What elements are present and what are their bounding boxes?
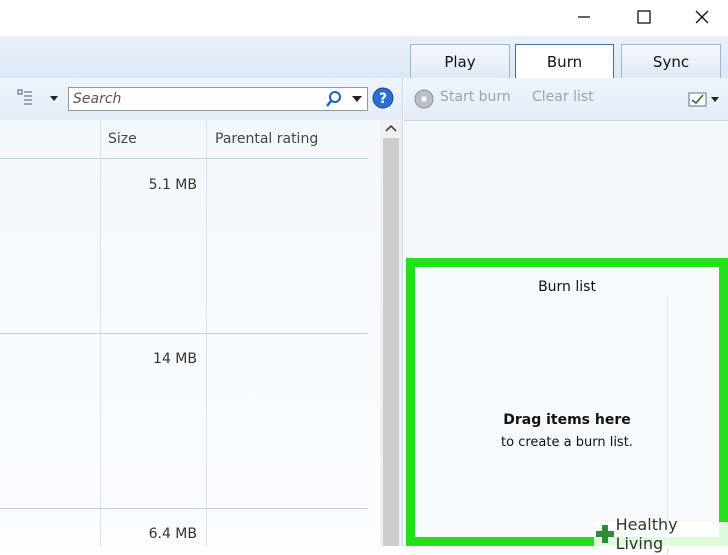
minimize-button[interactable]	[558, 0, 610, 34]
search-dropdown-icon[interactable]	[351, 95, 363, 103]
row-separator	[0, 508, 368, 509]
close-button[interactable]	[676, 0, 728, 34]
search-input[interactable]: Search	[68, 87, 368, 111]
row-size: 6.4 MB	[148, 526, 197, 542]
column-header-size-label: Size	[108, 131, 137, 147]
row-size: 5.1 MB	[148, 177, 197, 193]
help-icon: ?	[372, 87, 394, 109]
library-list: Size Parental rating 5.1 MB 14 MB 6.4 MB	[0, 120, 380, 546]
tab-play[interactable]: Play	[410, 44, 510, 78]
library-toolbar: Search ?	[0, 78, 404, 121]
scrollbar-thumb[interactable]	[383, 138, 399, 546]
burn-list-area[interactable]: Burn list Drag items here to create a bu…	[406, 258, 728, 555]
tab-burn-label: Burn	[546, 53, 583, 71]
list-options-button[interactable]	[688, 90, 722, 112]
drag-hint-title: Drag items here	[503, 412, 631, 428]
maximize-button[interactable]	[618, 0, 670, 34]
row-separator	[0, 333, 368, 334]
title-bar	[0, 0, 728, 36]
view-options-icon	[17, 89, 58, 105]
disc-icon	[414, 89, 434, 109]
row-size: 14 MB	[153, 351, 197, 367]
watermark: Healthy Living	[594, 515, 728, 553]
vertical-scrollbar[interactable]	[380, 120, 402, 546]
tab-sync[interactable]: Sync	[621, 44, 721, 78]
svg-text:?: ?	[379, 91, 387, 107]
tab-sync-label: Sync	[652, 52, 690, 71]
close-icon	[695, 10, 709, 24]
search-icon[interactable]	[325, 90, 343, 108]
start-burn-label[interactable]: Start burn	[440, 89, 511, 105]
drag-hint-subtitle: to create a burn list.	[501, 435, 633, 450]
start-burn-button[interactable]	[414, 89, 434, 113]
search-placeholder: Search	[73, 91, 122, 107]
maximize-icon	[637, 10, 651, 24]
help-button[interactable]: ?	[372, 87, 394, 113]
column-header-size[interactable]: Size	[108, 120, 137, 158]
column-header-parental-rating-label: Parental rating	[215, 131, 319, 147]
tab-play-label: Play	[444, 52, 476, 71]
list-options-icon	[688, 92, 719, 107]
cross-logo-icon	[596, 525, 614, 543]
scroll-up-icon[interactable]	[385, 124, 397, 132]
tab-burn[interactable]: Burn	[515, 44, 614, 79]
view-options-button[interactable]	[16, 88, 66, 112]
minimize-icon	[578, 16, 590, 18]
burn-toolbar: Start burn Clear list	[404, 78, 728, 121]
header-separator	[0, 158, 368, 159]
tab-strip: Play Burn Sync	[0, 36, 728, 79]
burn-list-title: Burn list	[538, 279, 596, 295]
column-header-parental-rating[interactable]: Parental rating	[215, 120, 318, 158]
clear-list-button[interactable]: Clear list	[532, 89, 594, 105]
watermark-text: Healthy Living	[615, 515, 678, 553]
